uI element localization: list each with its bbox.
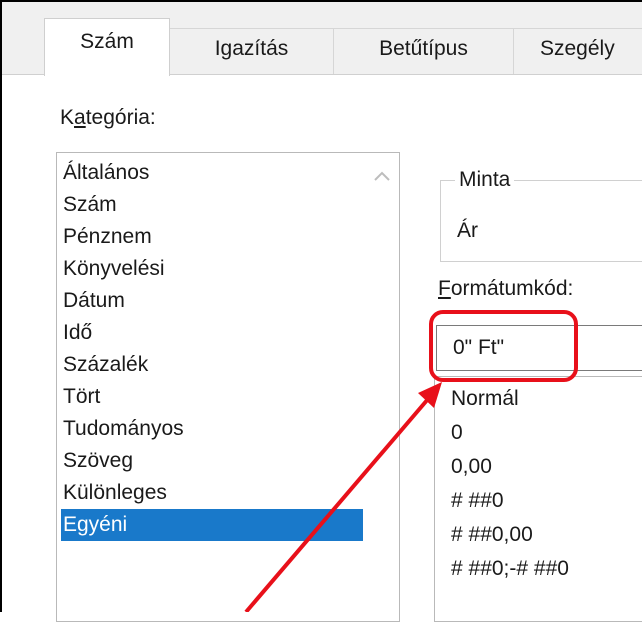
- format-item-normal[interactable]: Normál: [451, 383, 519, 415]
- tab-betutipus[interactable]: Betűtípus: [334, 28, 514, 74]
- category-item-datum[interactable]: Dátum: [61, 285, 125, 317]
- category-item-szazalek[interactable]: Százalék: [61, 349, 148, 381]
- category-listbox[interactable]: Általános Szám Pénznem Könyvelési Dátum …: [56, 152, 400, 622]
- format-code-label-suffix: ormátumkód:: [450, 277, 574, 300]
- format-item-thousands-negative[interactable]: # ##0;-# ##0: [451, 553, 569, 585]
- format-item-0-00[interactable]: 0,00: [451, 451, 492, 483]
- category-label-prefix: K: [60, 106, 75, 129]
- tab-szam[interactable]: Szám: [44, 18, 170, 76]
- category-item-tudomanyos[interactable]: Tudományos: [61, 413, 184, 445]
- category-item-szoveg[interactable]: Szöveg: [61, 445, 133, 477]
- category-label-accelerator: a: [74, 106, 86, 129]
- category-item-egyeni[interactable]: Egyéni: [61, 509, 363, 541]
- category-item-altalanos[interactable]: Általános: [61, 157, 149, 189]
- sample-group: Minta Ár: [440, 165, 642, 262]
- format-item-0[interactable]: 0: [451, 417, 463, 449]
- category-item-konyvelesi[interactable]: Könyvelési: [61, 253, 165, 285]
- chevron-up-icon[interactable]: [369, 163, 395, 189]
- category-item-tort[interactable]: Tört: [61, 381, 100, 413]
- category-item-penznem[interactable]: Pénznem: [61, 221, 152, 253]
- format-code-label: Formátumkód:: [438, 277, 573, 301]
- category-item-ido[interactable]: Idő: [61, 317, 92, 349]
- sample-legend: Minta: [455, 165, 515, 195]
- tab-igazitas[interactable]: Igazítás: [170, 28, 334, 74]
- category-label-suffix: tegória:: [85, 106, 156, 129]
- format-item-thousands[interactable]: # ##0: [451, 485, 504, 517]
- format-code-input[interactable]: [436, 325, 642, 371]
- category-label: Kategória:: [60, 106, 156, 130]
- tab-szegely[interactable]: Szegély: [514, 28, 642, 74]
- category-item-kulonleges[interactable]: Különleges: [61, 477, 167, 509]
- format-listbox[interactable]: Normál 0 0,00 # ##0 # ##0,00 # ##0;-# ##…: [434, 376, 642, 622]
- category-item-szam[interactable]: Szám: [61, 189, 117, 221]
- format-code-label-accelerator: F: [438, 277, 451, 300]
- sample-value: Ár: [457, 219, 478, 242]
- format-item-thousands-decimals[interactable]: # ##0,00: [451, 519, 533, 551]
